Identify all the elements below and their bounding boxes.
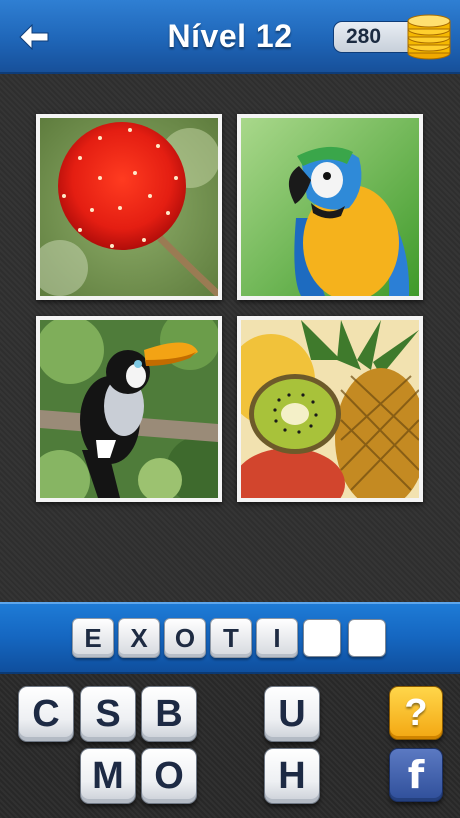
header-bar: Nível 12 280 [0,0,460,74]
letter-key-m[interactable]: M [80,748,136,804]
hint-button[interactable]: ? [389,686,443,740]
fruits-image [241,320,419,498]
coin-stack-icon [407,14,451,60]
coin-count: 280 [346,25,382,48]
back-arrow-icon [19,24,49,50]
toucan-image [40,320,218,498]
facebook-icon: f [407,753,425,797]
letter-key-c[interactable]: C [18,686,74,742]
answer-slot-7[interactable] [348,619,386,657]
photo-fruits[interactable] [237,316,423,502]
back-button[interactable] [14,20,54,54]
answer-slot-4[interactable]: T [210,618,252,658]
facebook-share-button[interactable]: f [389,748,443,802]
answer-slot-6[interactable] [303,619,341,657]
letter-key-u[interactable]: U [264,686,320,742]
photo-flower[interactable] [36,114,222,300]
photo-macaw[interactable] [237,114,423,300]
macaw-image [241,118,419,296]
answer-slot-2[interactable]: X [118,618,160,658]
answer-slot-1[interactable]: E [72,618,114,658]
letter-key-o[interactable]: O [141,748,197,804]
answer-slot-5[interactable]: I [256,618,298,658]
answer-slot-3[interactable]: O [164,618,206,658]
letter-key-h[interactable]: H [264,748,320,804]
letter-key-s[interactable]: S [80,686,136,742]
flower-image [40,118,218,296]
question-mark-icon: ? [404,691,428,734]
letter-key-b[interactable]: B [141,686,197,742]
photo-toucan[interactable] [36,316,222,502]
